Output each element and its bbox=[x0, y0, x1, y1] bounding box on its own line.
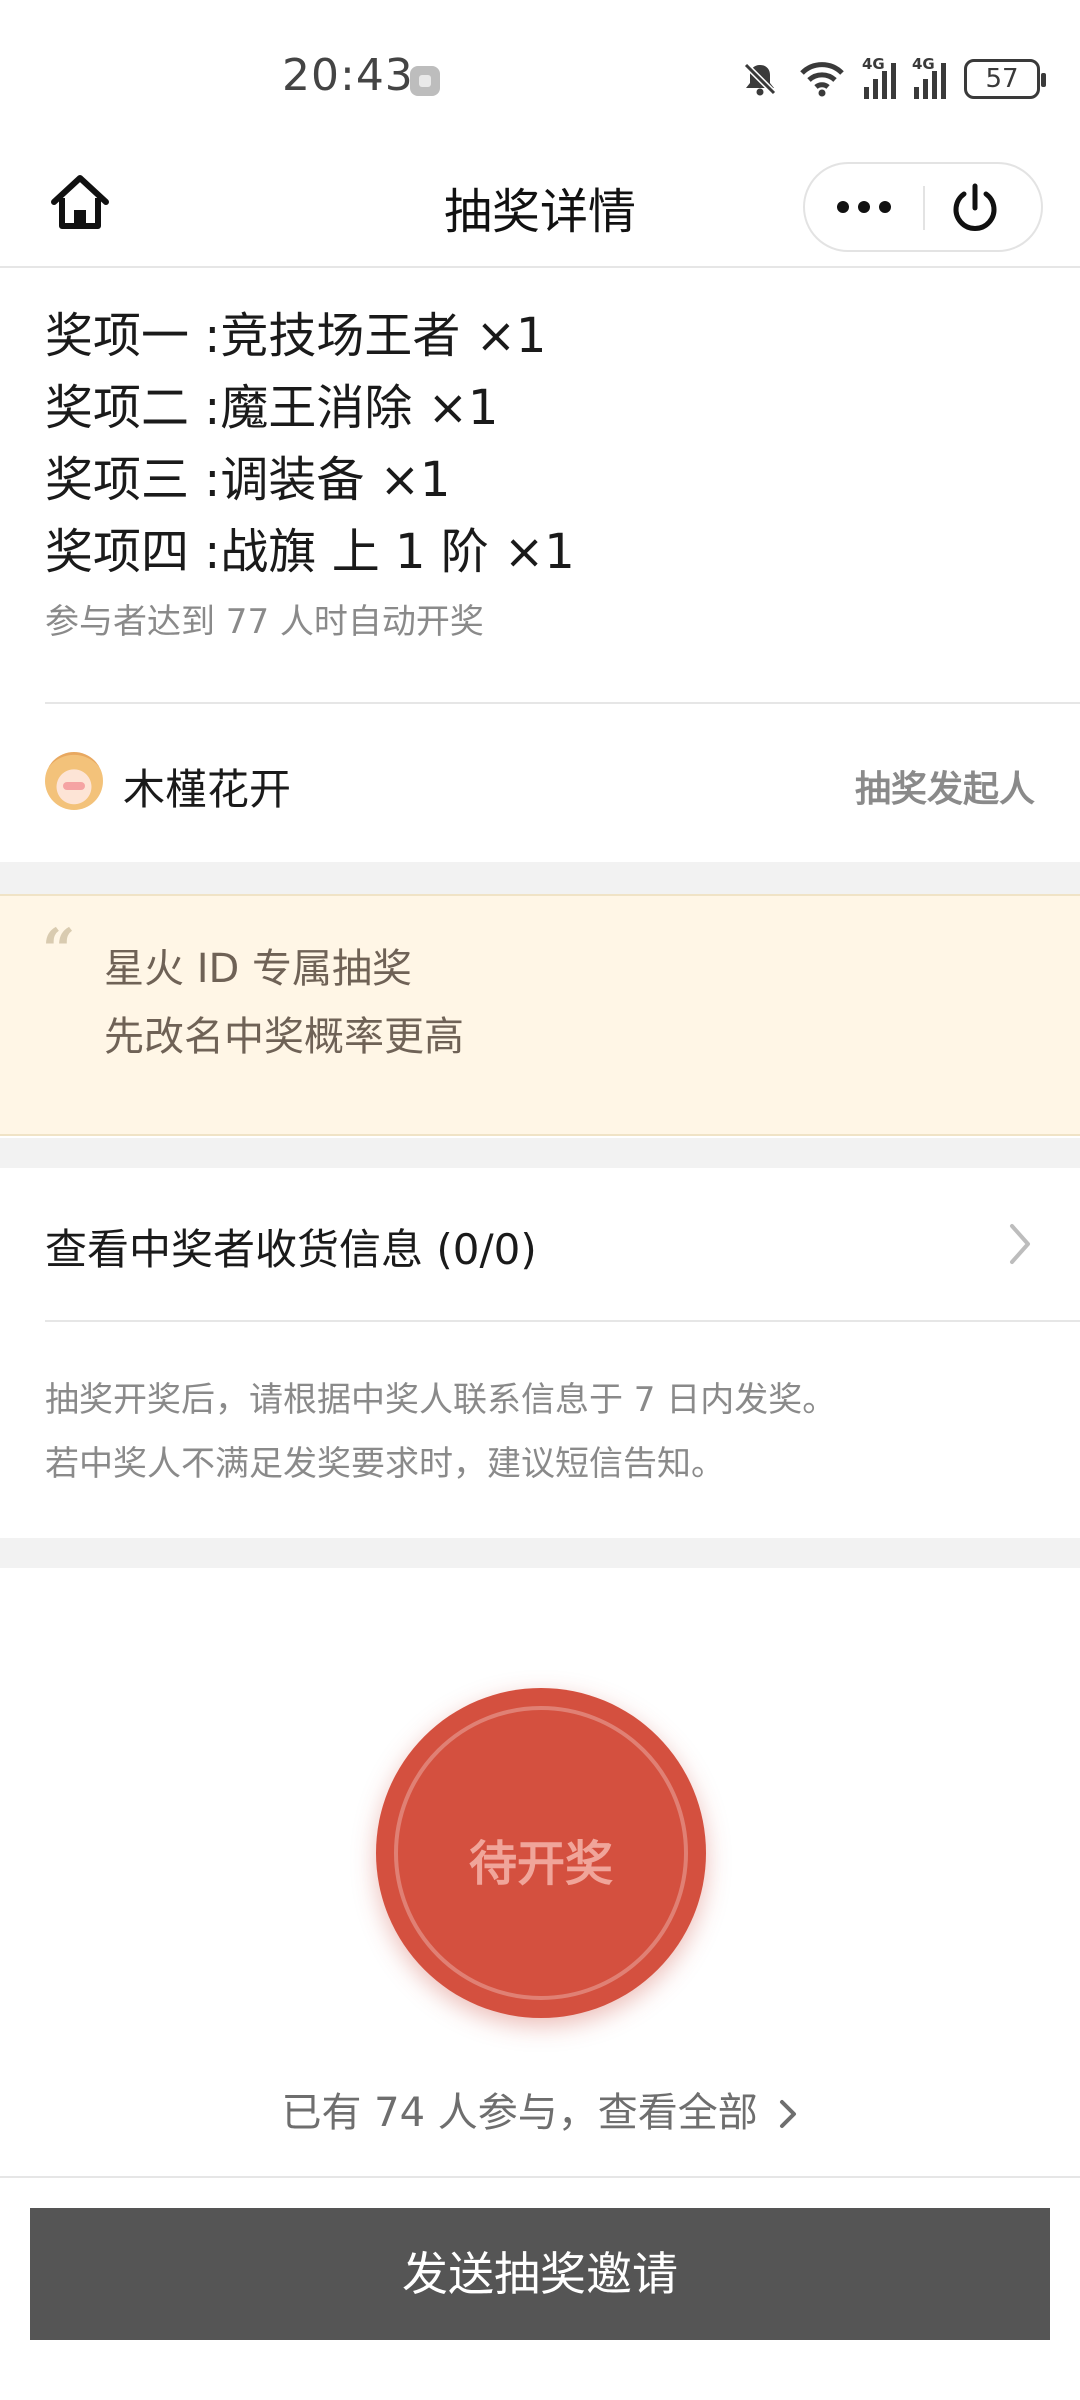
divider bbox=[0, 2176, 1080, 2178]
notice-text: 抽奖开奖后，请根据中奖人联系信息于 7 日内发奖。 若中奖人不满足发奖要求时，建… bbox=[45, 1368, 1045, 1496]
section-gap bbox=[0, 1538, 1080, 1568]
prize-item: 奖项四 :战旗 上 1 阶 ×1 bbox=[45, 524, 575, 580]
initiator-name: 木槿花开 bbox=[123, 765, 292, 814]
initiator-role: 抽奖发起人 bbox=[854, 769, 1035, 810]
status-icons: 4G 4G 57 bbox=[740, 55, 1046, 102]
prize-list: 奖项一 :竞技场王者 ×1 奖项二 :魔王消除 ×1 奖项三 :调装备 ×1 奖… bbox=[45, 300, 1035, 643]
quote-box: “ 星火 ID 专属抽奖 先改名中奖概率更高 bbox=[0, 894, 1080, 1136]
divider bbox=[45, 702, 1080, 704]
winner-info-row[interactable]: 查看中奖者收货信息 (0/0) bbox=[0, 1168, 1080, 1320]
prize-item: 奖项一 :竞技场王者 ×1 bbox=[45, 308, 547, 364]
signal-4g-icon: 4G bbox=[912, 55, 946, 99]
capsule-divider bbox=[923, 186, 925, 230]
power-icon[interactable] bbox=[945, 178, 1005, 238]
quote-line: 先改名中奖概率更高 bbox=[104, 1014, 464, 1060]
status-time: 20:43 bbox=[282, 50, 414, 101]
draw-condition: 参与者达到 77 人时自动开奖 bbox=[45, 602, 484, 642]
participants-text: 已有 74 人参与，查看全部 bbox=[281, 2090, 758, 2136]
more-dots-icon[interactable] bbox=[805, 164, 923, 250]
signal-4g-icon: 4G bbox=[862, 55, 896, 99]
winner-info-label: 查看中奖者收货信息 (0/0) bbox=[45, 1225, 537, 1274]
avatar[interactable] bbox=[45, 752, 103, 810]
notice-line: 若中奖人不满足发奖要求时，建议短信告知。 bbox=[45, 1444, 725, 1484]
initiator-row: 木槿花开 抽奖发起人 bbox=[45, 748, 1035, 818]
capsule-menu bbox=[803, 162, 1043, 252]
draw-status-button[interactable]: 待开奖 bbox=[376, 1688, 706, 2018]
chevron-right-icon bbox=[779, 2100, 796, 2128]
battery-level: 57 bbox=[985, 64, 1019, 94]
prize-item: 奖项三 :调装备 ×1 bbox=[45, 452, 451, 508]
chevron-right-icon bbox=[1010, 1224, 1030, 1264]
notification-icon bbox=[410, 66, 440, 96]
wifi-icon bbox=[800, 62, 844, 97]
section-gap bbox=[0, 862, 1080, 894]
mute-icon bbox=[743, 62, 777, 96]
quote-icon: “ bbox=[42, 916, 76, 984]
status-bar: 20:43 4G 4G 57 bbox=[0, 0, 1080, 150]
divider bbox=[45, 1320, 1080, 1322]
participants-link[interactable]: 已有 74 人参与，查看全部 bbox=[0, 2080, 1080, 2138]
notice-line: 抽奖开奖后，请根据中奖人联系信息于 7 日内发奖。 bbox=[45, 1380, 837, 1420]
section-gap bbox=[0, 1138, 1080, 1168]
prize-item: 奖项二 :魔王消除 ×1 bbox=[45, 380, 499, 436]
draw-status-label: 待开奖 bbox=[468, 1836, 613, 1892]
quote-line: 星火 ID 专属抽奖 bbox=[104, 946, 413, 992]
nav-bar: 抽奖详情 bbox=[0, 150, 1080, 268]
battery-icon: 57 bbox=[964, 59, 1046, 99]
send-invite-button[interactable]: 发送抽奖邀请 bbox=[30, 2208, 1050, 2340]
